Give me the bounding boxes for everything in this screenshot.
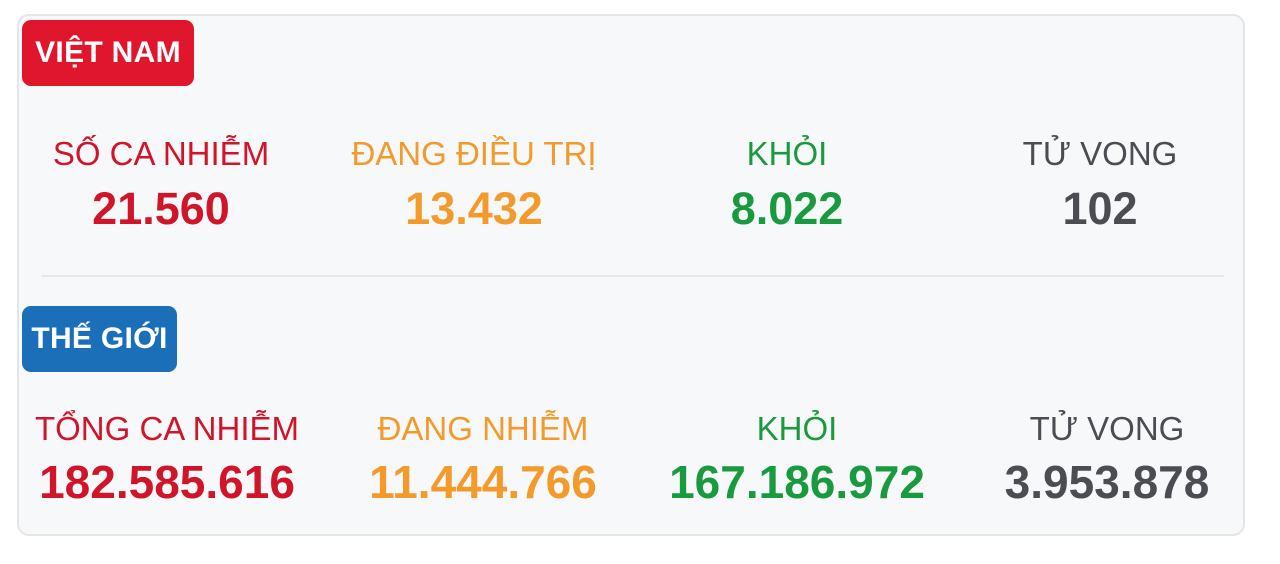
world-infected-stat: TỔNG CA NHIỄM 182.585.616: [17, 412, 317, 505]
vn-recovered-value: 8.022: [730, 183, 844, 234]
vn-infected-value: 21.560: [92, 183, 230, 234]
world-recovered-label: KHỎI: [756, 410, 838, 447]
world-infected-label: TỔNG CA NHIỄM: [34, 410, 300, 447]
vn-deaths-stat: TỬ VONG 102: [950, 137, 1250, 231]
vietnam-badge: VIỆT NAM: [22, 20, 194, 86]
world-active-value: 11.444.766: [369, 456, 597, 508]
covid-stats-card: VIỆT NAM SỐ CA NHIỄM 21.560 ĐANG ĐIỀU TR…: [17, 14, 1245, 536]
vn-treating-label: ĐANG ĐIỀU TRỊ: [351, 135, 597, 172]
vn-recovered-stat: KHỎI 8.022: [637, 137, 937, 231]
world-deaths-value: 3.953.878: [1004, 456, 1210, 508]
vn-recovered-label: KHỎI: [746, 135, 828, 172]
world-badge: THẾ GIỚI: [22, 306, 177, 372]
vn-treating-value: 13.432: [405, 183, 543, 234]
vn-infected-stat: SỐ CA NHIỄM 21.560: [11, 137, 311, 231]
world-recovered-value: 167.186.972: [669, 456, 925, 508]
world-active-stat: ĐANG NHIỄM 11.444.766: [333, 412, 633, 505]
section-divider: [42, 275, 1224, 277]
world-recovered-stat: KHỎI 167.186.972: [647, 412, 947, 505]
world-infected-value: 182.585.616: [39, 456, 295, 508]
vn-treating-stat: ĐANG ĐIỀU TRỊ 13.432: [324, 137, 624, 231]
vn-deaths-label: TỬ VONG: [1022, 135, 1178, 172]
world-active-label: ĐANG NHIỄM: [377, 410, 589, 447]
world-deaths-stat: TỬ VONG 3.953.878: [957, 412, 1257, 505]
vn-deaths-value: 102: [1062, 183, 1138, 234]
world-deaths-label: TỬ VONG: [1029, 410, 1185, 447]
vn-infected-label: SỐ CA NHIỄM: [52, 135, 270, 172]
